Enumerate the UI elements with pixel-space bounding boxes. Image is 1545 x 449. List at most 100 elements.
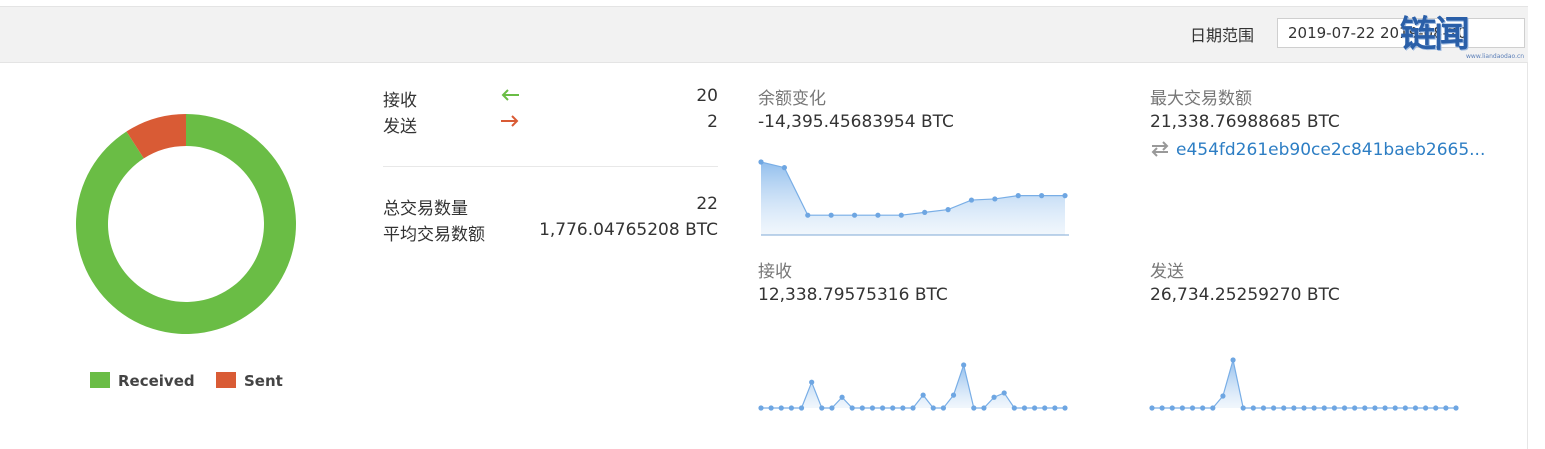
sparkline-point[interactable] [869, 405, 876, 411]
sparkline-point[interactable] [1362, 405, 1368, 411]
largest-tx-block: 最大交易数额 21,338.76988685 BTC [1150, 84, 1340, 132]
sparkline-point[interactable] [829, 405, 835, 411]
sparkline-point[interactable] [1453, 405, 1459, 411]
sparkline-point[interactable] [981, 405, 987, 411]
sparkline-point[interactable] [809, 379, 815, 385]
sparkline-point[interactable] [805, 212, 811, 218]
sparkline-point[interactable] [991, 394, 997, 400]
sparkline-point[interactable] [819, 405, 825, 411]
sparkline-point[interactable] [968, 197, 975, 203]
sparkline-point[interactable] [1189, 405, 1196, 411]
stat-received-row: 接收 20 [383, 86, 718, 112]
sparkline-point[interactable] [1062, 193, 1068, 199]
legend-item-received[interactable]: Received [90, 372, 195, 390]
exchange-icon [1151, 141, 1169, 157]
sparkline-point[interactable] [1210, 405, 1216, 411]
donut-slice-received[interactable] [75, 114, 296, 334]
sparkline-area [761, 162, 1065, 235]
filter-bar: 日期范围 2019-07-22 2019-08-20 [0, 6, 1528, 63]
sparkline-point[interactable] [778, 405, 784, 411]
sparkline-point[interactable] [1331, 405, 1337, 411]
largest-tx-hash[interactable]: e454fd261eb90ce2c841baeb2665... [1176, 140, 1485, 160]
sparkline-point[interactable] [1200, 405, 1206, 411]
sparkline-point[interactable] [875, 212, 881, 218]
sparkline-point[interactable] [1311, 405, 1317, 411]
sparkline-point[interactable] [1260, 405, 1267, 411]
sparkline-point[interactable] [851, 212, 858, 218]
sparkline-point[interactable] [1240, 405, 1246, 411]
sparkline-point[interactable] [1352, 405, 1358, 411]
sparkline-point[interactable] [910, 405, 916, 411]
sparkline-point[interactable] [1039, 193, 1045, 199]
sparkline-point[interactable] [859, 405, 865, 411]
sparkline-point[interactable] [1015, 193, 1021, 199]
sparkline-point[interactable] [1291, 405, 1297, 411]
sparkline-point[interactable] [849, 405, 855, 411]
largest-tx-link[interactable]: e454fd261eb90ce2c841baeb2665... [1150, 140, 1485, 160]
sparkline-point[interactable] [961, 362, 967, 368]
sparkline-point[interactable] [1281, 405, 1287, 411]
watermark-subtext: www.liandaodao.cn [1466, 53, 1525, 60]
sparkline-point[interactable] [945, 207, 951, 213]
sparkline-point[interactable] [1052, 405, 1058, 411]
sparkline-point[interactable] [1149, 405, 1155, 411]
sparkline-point[interactable] [1042, 405, 1048, 411]
sparkline-point[interactable] [1372, 405, 1378, 411]
sparkline-point[interactable] [1159, 405, 1165, 411]
sparkline-point[interactable] [1011, 405, 1017, 411]
sparkline-point[interactable] [900, 405, 906, 411]
sparkline-point[interactable] [1443, 405, 1449, 411]
sparkline-point[interactable] [1341, 405, 1348, 411]
sparkline-point[interactable] [839, 394, 845, 400]
sparkline-point[interactable] [1433, 405, 1439, 411]
sparkline-point[interactable] [971, 405, 977, 411]
sparkline-point[interactable] [788, 405, 794, 411]
sparkline-point[interactable] [1021, 405, 1028, 411]
sparkline-point[interactable] [781, 165, 787, 171]
stat-total-value: 22 [696, 194, 718, 214]
sparkline-point[interactable] [1250, 405, 1256, 411]
sparkline-point[interactable] [1032, 405, 1038, 411]
sparkline-point[interactable] [1423, 405, 1429, 411]
sparkline-point[interactable] [1220, 393, 1226, 399]
sparkline-point[interactable] [1321, 405, 1327, 411]
sparkline-point[interactable] [1001, 390, 1007, 396]
sparkline-point[interactable] [922, 209, 928, 215]
sparkline-point[interactable] [768, 405, 774, 411]
sparkline-point[interactable] [1412, 405, 1419, 411]
sparkline-point[interactable] [950, 392, 957, 398]
sparkline-point[interactable] [898, 212, 904, 218]
received-total-value: 12,338.79575316 BTC [758, 285, 948, 305]
arrow-right-icon [499, 112, 521, 135]
sparkline-point[interactable] [798, 405, 805, 411]
sparkline-point[interactable] [1271, 405, 1277, 411]
sparkline-point[interactable] [1392, 405, 1398, 411]
sparkline-point[interactable] [890, 405, 896, 411]
sparkline-point[interactable] [1382, 405, 1388, 411]
sent-sparkline [1149, 357, 1459, 411]
sent-total-block: 发送 26,734.25259270 BTC [1150, 257, 1340, 305]
sparkline-point[interactable] [880, 405, 886, 411]
balance-change-value: -14,395.45683954 BTC [758, 112, 954, 132]
legend-swatch-received [90, 372, 110, 388]
sparkline-point[interactable] [828, 212, 834, 218]
sparkline-point[interactable] [1062, 405, 1068, 411]
stats-divider [383, 166, 718, 167]
sparkline-point[interactable] [1402, 405, 1408, 411]
sparkline-point[interactable] [758, 159, 764, 165]
stat-total-label: 总交易数量 [383, 199, 468, 219]
sparkline-point[interactable] [1169, 405, 1175, 411]
sparkline-area [761, 365, 1065, 408]
donut-chart [75, 114, 296, 334]
sparkline-point[interactable] [1301, 405, 1307, 411]
sparkline-point[interactable] [992, 196, 998, 202]
arrow-left-icon [499, 86, 521, 109]
sparkline-point[interactable] [758, 405, 764, 411]
stat-received-count: 20 [696, 86, 718, 106]
sparkline-point[interactable] [1179, 405, 1185, 411]
legend-item-sent[interactable]: Sent [216, 372, 283, 390]
sparkline-point[interactable] [940, 405, 946, 411]
sparkline-point[interactable] [930, 405, 936, 411]
sparkline-point[interactable] [1230, 357, 1236, 363]
sparkline-point[interactable] [920, 392, 926, 398]
